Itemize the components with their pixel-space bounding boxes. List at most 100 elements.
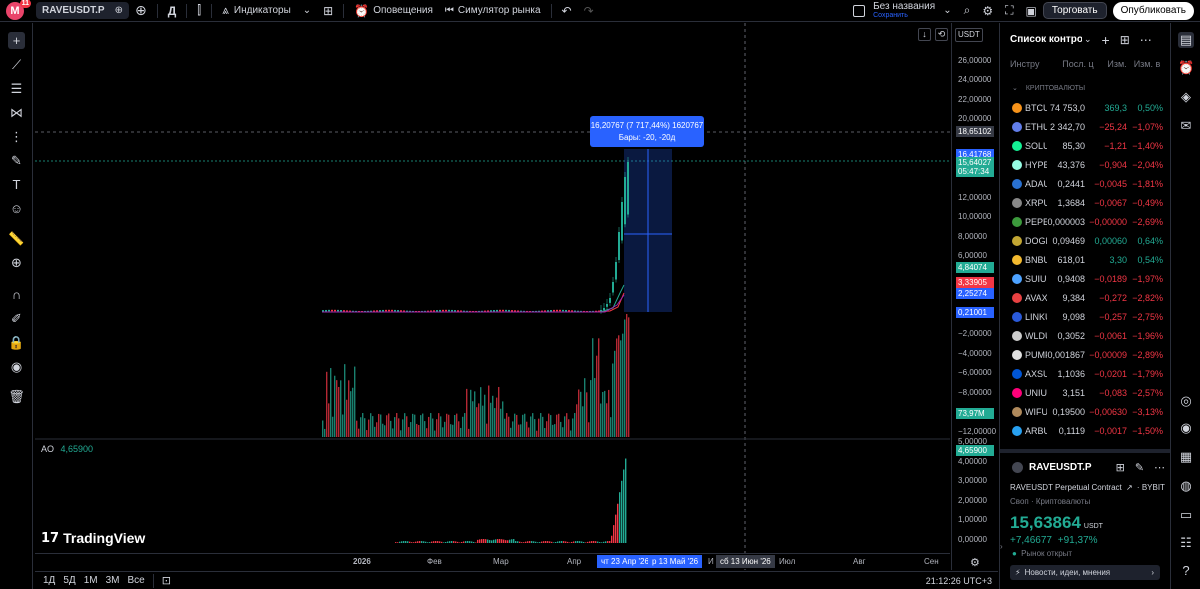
trend-line-icon[interactable]: ⟋: [8, 56, 25, 73]
eye-icon[interactable]: ◉: [8, 358, 25, 375]
watchlist-settings-icon[interactable]: ⊞: [1120, 33, 1130, 47]
watchlist-row[interactable]: BTCUS74 753,0 369,3 0,50%: [1000, 98, 1171, 117]
add-symbol-icon[interactable]: ⊕: [129, 0, 153, 22]
watchlist-row[interactable]: PUMP0,001867 −0,00009 −2,89%: [1000, 345, 1171, 364]
price-chart[interactable]: [35, 23, 950, 570]
add-symbol-plus-icon[interactable]: +: [1102, 32, 1110, 48]
range-all-button[interactable]: Все: [124, 575, 149, 586]
watchlist-row[interactable]: BNBUS 618,01 3,30 0,54%: [1000, 250, 1171, 269]
layouts-icon[interactable]: ⊞: [317, 0, 339, 22]
watchlist-row[interactable]: SOLUS 85,30 −1,21 −1,40%: [1000, 136, 1171, 155]
chart-settings-gear-icon[interactable]: ⚙: [970, 556, 980, 569]
text-icon[interactable]: T: [8, 176, 25, 193]
settings-gear-icon[interactable]: ⚙: [976, 0, 999, 22]
fullscreen-icon[interactable]: ⛶: [999, 0, 1019, 22]
horizontal-lines-icon[interactable]: ☰: [8, 80, 25, 97]
details-layout-icon[interactable]: ⊞: [1116, 461, 1125, 474]
profile-avatar[interactable]: M 11: [6, 0, 31, 20]
ideas-widget-icon[interactable]: ◉: [1178, 420, 1194, 436]
watchlist-row[interactable]: ARBUS 0,1119 −0,0017 −1,50%: [1000, 421, 1171, 440]
news-button[interactable]: ⚡ Новости, идеи, мнения ›: [1010, 565, 1160, 580]
indicators-button[interactable]: ⩓ Индикаторы ⌄: [216, 0, 317, 22]
currency-selector[interactable]: USDT: [955, 28, 983, 42]
watchlist-row[interactable]: HYPEI 43,376 −0,904 −2,04%: [1000, 155, 1171, 174]
watchlist-row[interactable]: AVAXU 9,384 −0,272 −2,82%: [1000, 288, 1171, 307]
ruler-icon[interactable]: 📏: [8, 230, 25, 247]
watchlist-row[interactable]: WLDU 0,3052 −0,0061 −1,96%: [1000, 326, 1171, 345]
signal-widget-icon[interactable]: ◍: [1178, 478, 1194, 494]
magnet-icon[interactable]: ∩: [8, 286, 25, 303]
watchlist-widget-icon[interactable]: ▤: [1178, 32, 1194, 48]
chart-pane[interactable]: ↓ ⟲ 16,20767 (7 717,44%) 1620767 Бары: -…: [35, 23, 950, 570]
price-axis[interactable]: USDT 26,00000 24,00000 22,00000 20,00000…: [951, 23, 998, 570]
candle-type-icon[interactable]: ⫿: [191, 0, 207, 22]
watchlist-row[interactable]: ADAUS 0,2441 −0,0045 −1,81%: [1000, 174, 1171, 193]
chevron-down-icon[interactable]: ⌄: [1084, 34, 1092, 45]
range-3m-button[interactable]: 3М: [102, 575, 124, 586]
oscillator-legend[interactable]: AO 4,65900: [41, 444, 93, 454]
watchlist-row[interactable]: DOGEI 0,09469 0,00060 0,64%: [1000, 231, 1171, 250]
scroll-to-latest-icon[interactable]: ↓: [918, 28, 931, 41]
column-change-pct[interactable]: Изм. в: [1132, 59, 1162, 69]
redo-icon[interactable]: ↷: [578, 0, 600, 22]
watchlist-row[interactable]: SUIUS 0,9408 −0,0189 −1,97%: [1000, 269, 1171, 288]
lock-drawing-icon[interactable]: ✐: [8, 310, 25, 327]
volume-bar: [502, 401, 504, 437]
replay-button[interactable]: ⏮ Симулятор рынка: [439, 0, 547, 22]
camera-icon[interactable]: ▣: [1019, 0, 1042, 22]
compare-icon[interactable]: ⊕: [115, 5, 123, 16]
layout-menu-button[interactable]: Без названия Сохранить ⌄: [847, 0, 958, 22]
publish-button[interactable]: Опубликовать: [1112, 1, 1194, 20]
date-range-icon[interactable]: ⊡: [158, 574, 175, 587]
details-edit-icon[interactable]: ✎: [1135, 461, 1144, 474]
details-symbol[interactable]: RAVEUSDT.P: [1029, 462, 1092, 473]
interval-button[interactable]: Д: [162, 0, 183, 22]
range-1m-button[interactable]: 1М: [80, 575, 102, 586]
watchlist-row[interactable]: ETHUS2 342,70 −25,24 −1,07%: [1000, 117, 1171, 136]
column-last[interactable]: Посл. ц: [1054, 59, 1102, 69]
watchlist-change: −0,257: [1099, 311, 1127, 322]
pattern-icon[interactable]: ⋈: [8, 104, 25, 121]
emoji-icon[interactable]: ☺: [8, 200, 25, 217]
watchlist-row[interactable]: WIFUS 0,19500 −0,00630 −3,13%: [1000, 402, 1171, 421]
lock-icon[interactable]: 🔒: [8, 334, 25, 351]
time-axis[interactable]: 2026 Фев Мар Апр чт 23 Апр '26 р 13 Май …: [35, 553, 950, 570]
alerts-widget-icon[interactable]: ⏰: [1178, 60, 1194, 76]
watchlist-row[interactable]: LINKU 9,098 −0,257 −2,75%: [1000, 307, 1171, 326]
collapse-panel-icon[interactable]: ›: [1000, 542, 1003, 551]
watchlist-row[interactable]: XRPUS 1,3684 −0,0067 −0,49%: [1000, 193, 1171, 212]
more-options-icon[interactable]: ⋯: [1154, 461, 1165, 474]
quick-search-icon[interactable]: ⌕: [958, 0, 977, 22]
more-options-icon[interactable]: ⋯: [1140, 33, 1152, 47]
calendar-widget-icon[interactable]: ▦: [1178, 449, 1194, 465]
watchlist-row[interactable]: UNIUS 3,151 −0,083 −2,57%: [1000, 383, 1171, 402]
watchlist-title[interactable]: Список контрол: [1010, 34, 1082, 45]
column-change[interactable]: Изм.: [1102, 59, 1132, 69]
target-widget-icon[interactable]: ◎: [1178, 393, 1194, 409]
trade-button[interactable]: Торговать: [1042, 2, 1107, 19]
chat-widget-icon[interactable]: ✉: [1178, 118, 1194, 134]
watchlist-section-header[interactable]: ⌄ КРИПТОВАЛЮТЫ: [1012, 84, 1085, 92]
trash-icon[interactable]: 🗑: [8, 388, 25, 405]
chevron-down-icon[interactable]: ⌄: [303, 5, 311, 16]
alerts-button[interactable]: ⏰ Оповещения: [348, 0, 439, 22]
clock-timezone[interactable]: 21:12:26 UTC+3: [922, 576, 996, 586]
notes-widget-icon[interactable]: ▭: [1178, 507, 1194, 523]
auto-scale-icon[interactable]: ⟲: [935, 28, 948, 41]
chat-bubble-widget-icon[interactable]: ☷: [1178, 535, 1194, 551]
chevron-down-icon[interactable]: ⌄: [943, 5, 951, 16]
brush-icon[interactable]: ✎: [8, 152, 25, 169]
range-5d-button[interactable]: 5Д: [59, 575, 79, 586]
range-1d-button[interactable]: 1Д: [39, 575, 59, 586]
watchlist-row[interactable]: PEPEU0,000003 −0,00000 −2,69%: [1000, 212, 1171, 231]
zoom-icon[interactable]: ⊕: [8, 254, 25, 271]
column-symbol[interactable]: Инстру: [1010, 59, 1054, 69]
forecast-icon[interactable]: ⋮: [8, 128, 25, 145]
crosshair-icon[interactable]: +: [8, 32, 25, 49]
undo-icon[interactable]: ↶: [556, 0, 578, 22]
watchlist-row[interactable]: AXSUS 1,1036 −0,0201 −1,79%: [1000, 364, 1171, 383]
help-widget-icon[interactable]: ?: [1178, 563, 1194, 579]
layers-widget-icon[interactable]: ◈: [1178, 89, 1194, 105]
external-link-icon[interactable]: ↗: [1126, 483, 1133, 492]
symbol-search-button[interactable]: RAVEUSDT.P ⊕: [36, 2, 129, 19]
